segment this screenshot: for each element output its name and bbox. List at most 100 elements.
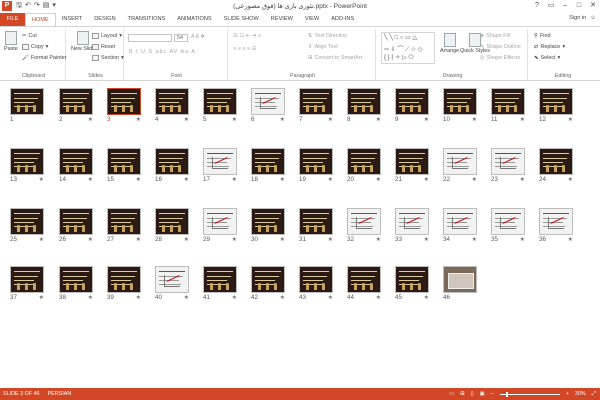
user-icon[interactable]: ☺ <box>590 15 596 21</box>
slide-thumbnail[interactable]: 42 ★ <box>251 266 287 301</box>
transition-star-icon[interactable]: ★ <box>376 116 381 123</box>
slide-thumbnail[interactable]: 31 ★ <box>299 208 335 243</box>
transition-star-icon[interactable]: ★ <box>376 176 381 183</box>
slide-thumbnail[interactable]: 43 ★ <box>299 266 335 301</box>
transition-star-icon[interactable]: ★ <box>232 116 237 123</box>
slide-thumbnail[interactable]: 11 ★ <box>491 88 527 123</box>
transition-star-icon[interactable]: ★ <box>39 236 44 243</box>
slide-thumbnail[interactable]: 13 ★ <box>10 148 46 183</box>
align-text-button[interactable]: ⇕ Align Text <box>308 44 338 50</box>
slide-preview[interactable] <box>395 208 429 235</box>
slide-thumbnail[interactable]: 12 ★ <box>539 88 575 123</box>
slide-preview[interactable] <box>155 148 189 175</box>
tab-file[interactable]: FILE <box>0 13 25 26</box>
slide-preview[interactable] <box>107 88 141 115</box>
transition-star-icon[interactable]: ★ <box>232 176 237 183</box>
font-name-field[interactable] <box>128 34 172 42</box>
slide-thumbnail[interactable]: 3 ★ <box>107 88 143 123</box>
transition-star-icon[interactable]: ★ <box>568 116 573 123</box>
slide-preview[interactable] <box>251 148 285 175</box>
transition-star-icon[interactable]: ★ <box>376 294 381 301</box>
transition-star-icon[interactable]: ★ <box>424 116 429 123</box>
slide-preview[interactable] <box>491 148 525 175</box>
transition-star-icon[interactable]: ★ <box>520 176 525 183</box>
shape-effects-button[interactable]: ◎ Shape Effects <box>480 55 520 61</box>
slide-preview[interactable] <box>539 208 573 235</box>
slide-thumbnail[interactable]: 6 ★ <box>251 88 287 123</box>
undo-icon[interactable]: ↶ <box>25 1 31 11</box>
transition-star-icon[interactable]: ★ <box>232 236 237 243</box>
slide-preview[interactable] <box>107 148 141 175</box>
transition-star-icon[interactable]: ★ <box>39 294 44 301</box>
transition-star-icon[interactable]: ★ <box>136 236 141 243</box>
slide-thumbnail[interactable]: 18 ★ <box>251 148 287 183</box>
slide-preview[interactable] <box>395 148 429 175</box>
shape-fill-button[interactable]: ◈ Shape Fill <box>480 33 510 39</box>
slide-preview[interactable] <box>107 266 141 293</box>
transition-star-icon[interactable]: ★ <box>88 236 93 243</box>
slide-thumbnail[interactable]: 37 ★ <box>10 266 46 301</box>
section-button[interactable]: Section ▾ <box>92 55 124 61</box>
select-button[interactable]: ⬉ Select ▾ <box>534 55 560 61</box>
slide-thumbnail[interactable]: 34 ★ <box>443 208 479 243</box>
slide-preview[interactable] <box>443 266 477 293</box>
slide-thumbnail[interactable]: 29 ★ <box>203 208 239 243</box>
slide-preview[interactable] <box>10 208 44 235</box>
slide-thumbnail[interactable]: 19 ★ <box>299 148 335 183</box>
transition-star-icon[interactable]: ★ <box>184 116 189 123</box>
transition-star-icon[interactable]: ★ <box>472 116 477 123</box>
fit-to-window-icon[interactable]: ⤢ <box>592 388 596 400</box>
slide-preview[interactable] <box>59 266 93 293</box>
maximize-button[interactable]: □ <box>572 0 586 12</box>
slide-preview[interactable] <box>491 208 525 235</box>
slide-thumbnail[interactable]: 7 ★ <box>299 88 335 123</box>
font-size-adjust-buttons[interactable]: A A ✥ <box>191 34 205 40</box>
transition-star-icon[interactable]: ★ <box>328 176 333 183</box>
slide-thumbnail[interactable]: 9 ★ <box>395 88 431 123</box>
slide-preview[interactable] <box>107 208 141 235</box>
slide-thumbnail[interactable]: 10 ★ <box>443 88 479 123</box>
slide-preview[interactable] <box>251 208 285 235</box>
slide-preview[interactable] <box>491 88 525 115</box>
transition-star-icon[interactable]: ★ <box>472 176 477 183</box>
transition-star-icon[interactable]: ★ <box>424 294 429 301</box>
convert-smartart-button[interactable]: ⊞ Convert to SmartArt <box>308 55 362 61</box>
slide-preview[interactable] <box>539 88 573 115</box>
transition-star-icon[interactable]: ★ <box>88 294 93 301</box>
tab-animations[interactable]: ANIMATIONS <box>171 13 217 26</box>
slide-preview[interactable] <box>203 208 237 235</box>
layout-button[interactable]: Layout ▾ <box>92 33 122 39</box>
transition-star-icon[interactable]: ★ <box>328 116 333 123</box>
slide-thumbnail[interactable]: 33 ★ <box>395 208 431 243</box>
zoom-in-button[interactable]: + <box>566 388 569 400</box>
slide-thumbnail[interactable]: 46 <box>443 266 479 301</box>
bullets-buttons[interactable]: ☰ ☷ ⇤ ⇥ ≡ <box>233 33 261 39</box>
slide-thumbnail[interactable]: 45 ★ <box>395 266 431 301</box>
text-direction-button[interactable]: ⇅ Text Direction <box>308 33 347 39</box>
tab-view[interactable]: VIEW <box>299 13 325 26</box>
save-icon[interactable]: 🖫 <box>16 1 22 11</box>
transition-star-icon[interactable]: ★ <box>424 176 429 183</box>
slide-preview[interactable] <box>299 266 333 293</box>
transition-star-icon[interactable]: ★ <box>424 236 429 243</box>
transition-star-icon[interactable]: ★ <box>136 294 141 301</box>
arrange-button[interactable]: Arrange <box>440 33 459 54</box>
slideshow-view-icon[interactable]: ▣ <box>480 388 485 400</box>
transition-star-icon[interactable]: ★ <box>184 236 189 243</box>
slide-preview[interactable] <box>443 148 477 175</box>
slide-preview[interactable] <box>59 148 93 175</box>
slide-preview[interactable] <box>299 208 333 235</box>
redo-icon[interactable]: ↷ <box>34 1 40 11</box>
reading-view-icon[interactable]: ▯ <box>471 388 474 400</box>
slide-preview[interactable] <box>443 88 477 115</box>
tab-design[interactable]: DESIGN <box>88 13 121 26</box>
slide-thumbnail[interactable]: 22 ★ <box>443 148 479 183</box>
find-button[interactable]: ⚲ Find <box>534 33 550 39</box>
slide-thumbnail[interactable]: 27 ★ <box>107 208 143 243</box>
brace-shape-icon[interactable]: { } ⌈ ✧ ▷ ⬠ <box>384 54 414 61</box>
transition-star-icon[interactable]: ★ <box>184 176 189 183</box>
slide-preview[interactable] <box>155 88 189 115</box>
tab-home[interactable]: HOME <box>25 13 56 26</box>
tab-add-ins[interactable]: ADD-INS <box>325 13 360 26</box>
transition-star-icon[interactable]: ★ <box>184 294 189 301</box>
